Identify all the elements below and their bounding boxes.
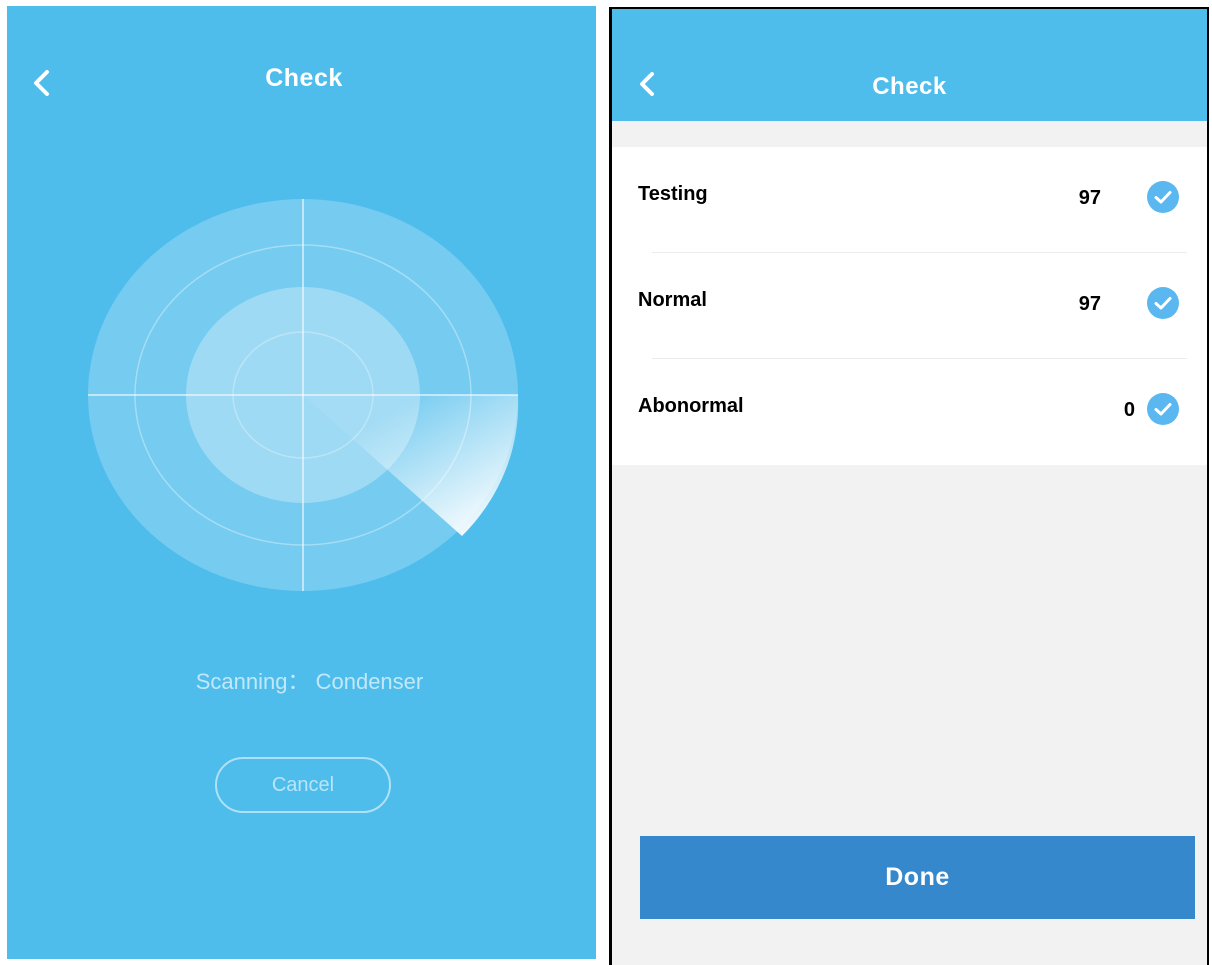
radar-scan-graphic (88, 199, 519, 591)
result-row-abnormal: Abonormal 0 (612, 359, 1207, 465)
result-row-testing: Testing 97 (612, 147, 1207, 253)
row-label: Normal (638, 289, 707, 311)
scan-screen: Check Scanning： Condenser Cancel (7, 6, 596, 959)
header-bar: Check (612, 9, 1207, 121)
cancel-button[interactable]: Cancel (215, 757, 391, 813)
scan-status-text: Scanning： Condenser (195, 669, 424, 694)
check-circle-icon (1147, 181, 1179, 213)
page-title: Check (872, 73, 947, 100)
result-list: Testing 97 Normal 97 Abonormal 0 (612, 147, 1207, 465)
result-row-normal: Normal 97 (612, 253, 1207, 359)
row-label: Abonormal (638, 395, 744, 417)
page-title: Check (265, 64, 343, 92)
row-value: 97 (1078, 293, 1101, 315)
row-value: 97 (1078, 187, 1101, 209)
check-circle-icon (1147, 287, 1179, 319)
row-label: Testing (638, 183, 708, 205)
check-circle-icon (1147, 393, 1179, 425)
done-button[interactable]: Done (640, 836, 1195, 919)
row-value: 0 (1123, 399, 1135, 421)
result-screen: Check Testing 97 Normal 97 Abonormal 0 D… (609, 7, 1209, 965)
